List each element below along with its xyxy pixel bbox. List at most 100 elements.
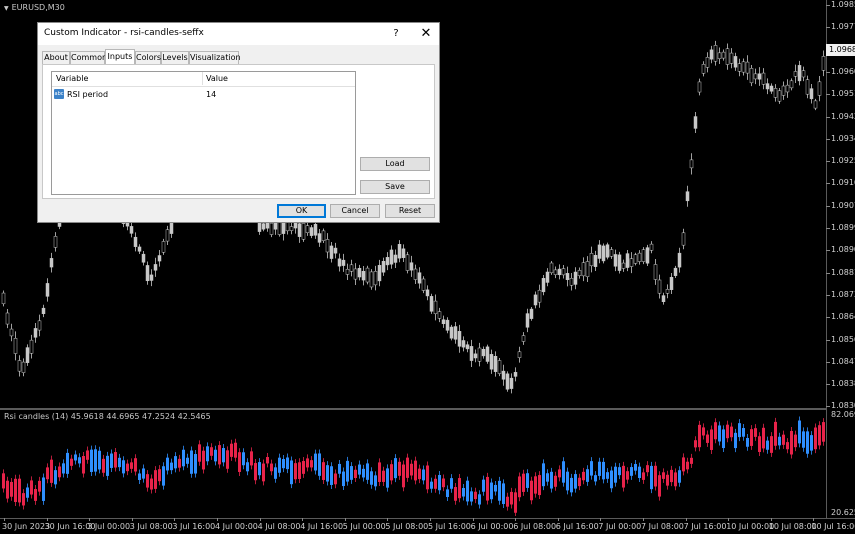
- load-button[interactable]: Load: [360, 157, 430, 171]
- rsi-candle: [366, 463, 369, 480]
- candle: [625, 253, 630, 268]
- candle: [761, 72, 766, 85]
- rsi-candle: [262, 463, 265, 482]
- rsi-candle: [158, 469, 161, 482]
- collapse-triangle-icon[interactable]: ▼: [4, 5, 9, 12]
- rsi-candle: [458, 478, 461, 499]
- rsi-candle: [270, 463, 273, 472]
- input-value-field[interactable]: 14: [206, 90, 216, 99]
- candle: [809, 88, 814, 100]
- rsi-candle: [114, 452, 117, 468]
- tab-colors[interactable]: Colors: [135, 51, 161, 64]
- candle: [649, 243, 654, 251]
- candle: [485, 346, 490, 362]
- candle: [389, 249, 394, 265]
- column-value[interactable]: Value: [206, 74, 228, 83]
- rsi-candle: [478, 494, 481, 505]
- candle: [729, 52, 734, 64]
- rsi-candle: [730, 426, 733, 438]
- rsi-candle: [210, 447, 213, 456]
- candle: [381, 261, 386, 273]
- time-label: 30 Jun 2023: [2, 522, 51, 531]
- rsi-candle: [442, 478, 445, 488]
- tab-levels[interactable]: Levels: [161, 51, 189, 64]
- rsi-candle: [718, 425, 721, 442]
- candle: [321, 230, 326, 241]
- rsi-candle: [46, 467, 49, 480]
- rsi-candle: [54, 470, 57, 485]
- column-variable[interactable]: Variable: [56, 74, 88, 83]
- tab-inputs[interactable]: Inputs: [105, 49, 135, 64]
- rsi-candle: [606, 472, 609, 479]
- tab-common[interactable]: Common: [70, 51, 107, 64]
- rsi-candle: [150, 478, 153, 490]
- rsi-candle: [578, 477, 581, 487]
- candle: [453, 326, 458, 340]
- help-button[interactable]: ?: [388, 26, 404, 42]
- dialog-titlebar[interactable]: Custom Indicator - rsi-candles-seffx ? ✕: [38, 23, 439, 45]
- reset-button[interactable]: Reset: [385, 204, 435, 218]
- rsi-candle: [746, 437, 749, 447]
- candle: [541, 278, 546, 293]
- cancel-button[interactable]: Cancel: [330, 204, 380, 218]
- candle: [13, 338, 18, 354]
- price-label: 1.08645: [831, 312, 855, 322]
- rsi-candle: [410, 463, 413, 476]
- price-label: 1.09165: [831, 178, 855, 188]
- rsi-candle: [666, 474, 669, 486]
- candle: [333, 247, 338, 254]
- rsi-candle: [350, 466, 353, 480]
- rsi-candle: [342, 471, 345, 487]
- rsi-candle: [530, 480, 533, 501]
- price-label: 1.08730: [831, 289, 855, 299]
- candle: [297, 223, 302, 237]
- candle: [365, 267, 370, 283]
- candle: [717, 52, 722, 59]
- rsi-candle: [34, 489, 37, 501]
- candle: [629, 258, 634, 267]
- candle: [385, 257, 390, 266]
- rsi-candle: [594, 475, 597, 482]
- time-tick: [259, 518, 261, 521]
- time-label: 10 Jul 00:00: [726, 522, 775, 531]
- time-tick: [174, 518, 176, 521]
- candle: [373, 271, 378, 286]
- tab-about[interactable]: About: [42, 51, 70, 64]
- tab-visualization[interactable]: Visualization: [189, 51, 241, 64]
- candle: [289, 226, 294, 231]
- save-button[interactable]: Save: [360, 180, 430, 194]
- rsi-candle: [562, 461, 565, 483]
- candle: [413, 268, 418, 280]
- ok-button[interactable]: OK: [277, 204, 326, 218]
- rsi-candle: [126, 463, 129, 472]
- time-label: 6 Jul 16:00: [555, 522, 599, 531]
- rsi-candle: [414, 460, 417, 481]
- candle: [641, 249, 646, 262]
- candle: [637, 252, 642, 262]
- rsi-candle: [734, 432, 737, 449]
- rsi-candle: [626, 471, 629, 480]
- time-axis-border: [0, 518, 855, 519]
- rsi-candle: [550, 471, 553, 489]
- rsi-candle: [94, 449, 97, 472]
- rsi-candle: [138, 473, 141, 480]
- candle: [41, 307, 46, 314]
- close-icon[interactable]: ✕: [416, 25, 436, 43]
- rsi-candles-pane[interactable]: [0, 410, 826, 518]
- rsi-candle: [590, 461, 593, 476]
- rsi-candle: [446, 489, 449, 498]
- candle: [589, 253, 594, 267]
- candle: [773, 88, 778, 98]
- rsi-candle: [462, 488, 465, 497]
- rsi-candle: [314, 453, 317, 471]
- rsi-candle: [570, 477, 573, 493]
- rsi-candle: [390, 464, 393, 481]
- rsi-candle: [450, 478, 453, 489]
- candle: [693, 116, 698, 129]
- rsi-candle: [278, 457, 281, 473]
- price-tick: [826, 339, 830, 341]
- candle: [545, 271, 550, 283]
- input-row-rsi-period[interactable]: abc RSI period 14: [52, 87, 355, 101]
- rsi-candle: [686, 461, 689, 470]
- time-tick: [472, 518, 474, 521]
